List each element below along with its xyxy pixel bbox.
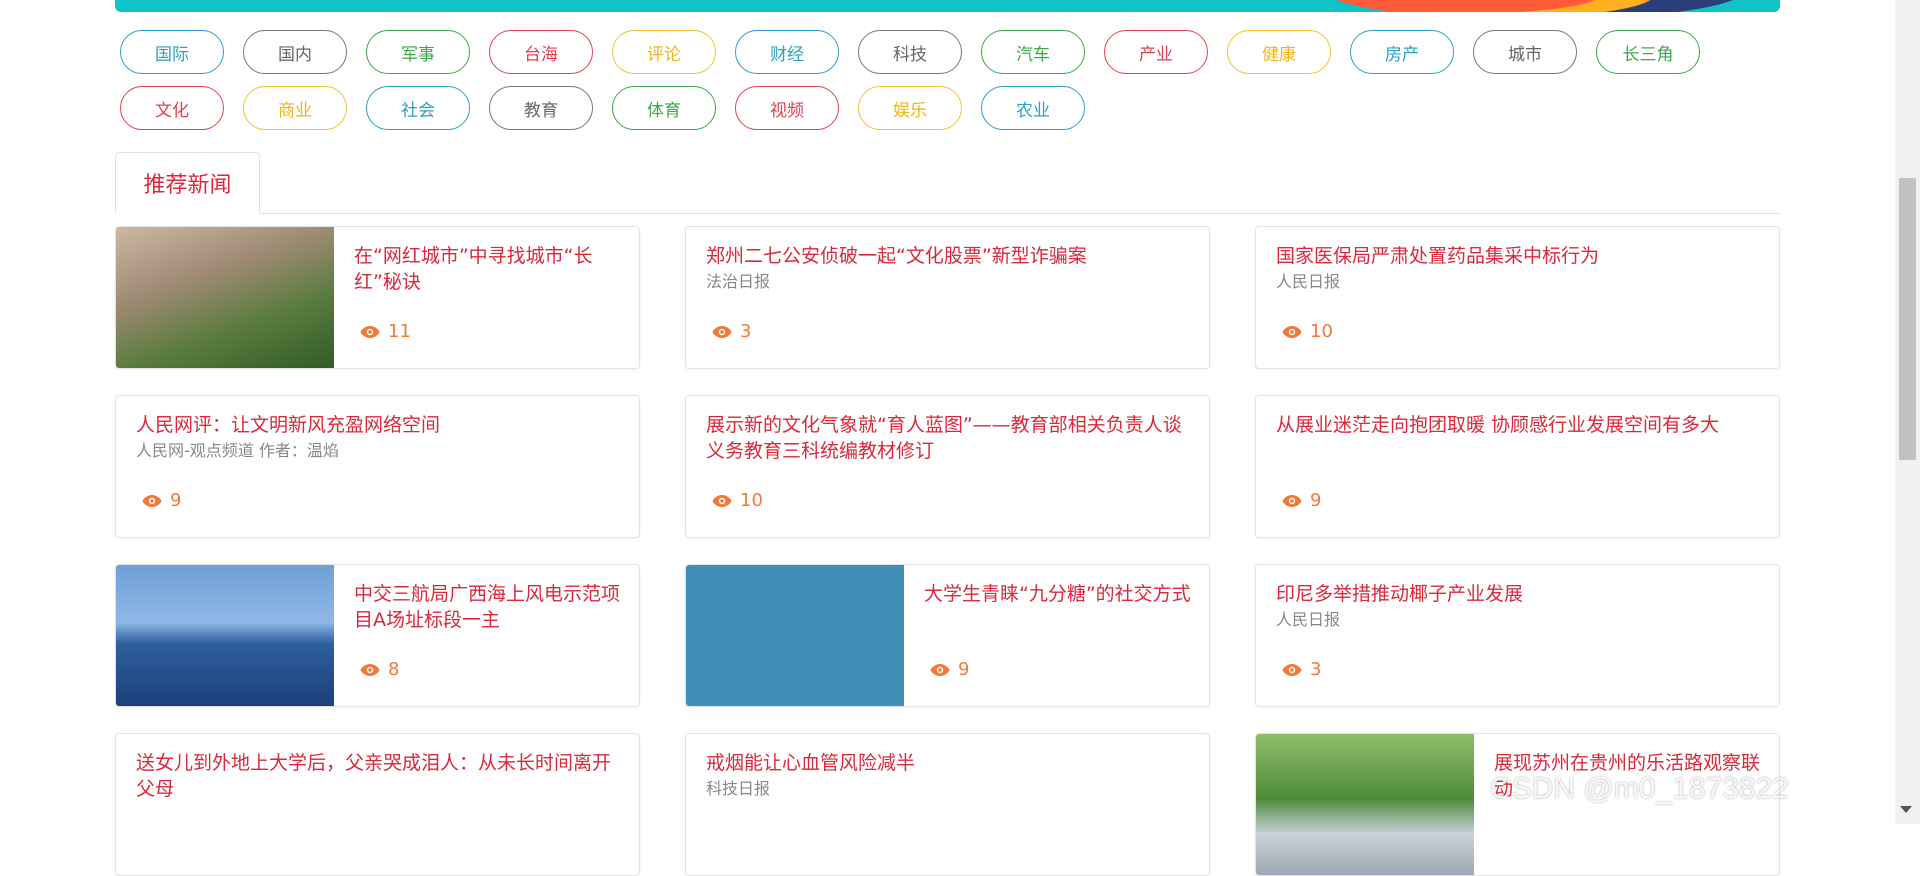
category-tag[interactable]: 文化 [120, 86, 224, 130]
view-count: 10 [1282, 321, 1333, 342]
view-count: 9 [930, 659, 969, 680]
category-tag[interactable]: 汽车 [981, 30, 1085, 74]
banner-illustration [1325, 0, 1745, 12]
category-tag[interactable]: 国际 [120, 30, 224, 74]
tab-recommended-news[interactable]: 推荐新闻 [115, 152, 260, 214]
news-card[interactable]: 在“网红城市”中寻找城市“长红”秘诀 11 [115, 226, 640, 369]
view-count: 10 [712, 490, 763, 511]
news-title[interactable]: 送女儿到外地上大学后，父亲哭成泪人：从未长时间离开父母 [136, 750, 621, 802]
news-thumbnail[interactable] [686, 565, 904, 706]
category-tag[interactable]: 城市 [1473, 30, 1577, 74]
view-count-value: 10 [1310, 321, 1333, 342]
view-count: 11 [360, 321, 411, 342]
view-count-value: 3 [1310, 659, 1322, 680]
news-card[interactable]: 戒烟能让心血管风险减半科技日报 [685, 733, 1210, 876]
eye-icon [1282, 663, 1302, 676]
view-count: 3 [1282, 659, 1321, 680]
news-thumbnail[interactable] [1256, 734, 1474, 875]
view-count: 9 [1282, 490, 1321, 511]
news-thumbnail[interactable] [116, 565, 334, 706]
eye-icon [360, 325, 380, 338]
category-tag[interactable]: 军事 [366, 30, 470, 74]
category-tag[interactable]: 科技 [858, 30, 962, 74]
news-card[interactable]: 大学生青睐“九分糖”的社交方式 9 [685, 564, 1210, 707]
category-tag[interactable]: 教育 [489, 86, 593, 130]
eye-icon [360, 663, 380, 676]
news-title[interactable]: 戒烟能让心血管风险减半 [706, 750, 1191, 776]
category-tag[interactable]: 国内 [243, 30, 347, 74]
scrollbar-thumb[interactable] [1899, 178, 1916, 460]
category-tag[interactable]: 体育 [612, 86, 716, 130]
view-count: 3 [712, 321, 751, 342]
news-card[interactable]: 中交三航局广西海上风电示范项目A场址标段一主 8 [115, 564, 640, 707]
news-title[interactable]: 在“网红城市”中寻找城市“长红”秘诀 [354, 243, 621, 295]
eye-icon [930, 663, 950, 676]
category-tags: 国际 国内 军事 台海 评论 财经 科技 汽车 产业 健康 房产 城市 长三角文化 商业 社会 教育 体育 视频娱… [120, 30, 1720, 130]
news-title[interactable]: 从展业迷茫走向抱团取暖 协顾感行业发展空间有多大 [1276, 412, 1761, 438]
view-count-value: 11 [388, 321, 411, 342]
news-title[interactable]: 人民网评：让文明新风充盈网络空间 [136, 412, 621, 438]
category-tag[interactable]: 娱乐 [858, 86, 962, 130]
eye-icon [712, 325, 732, 338]
view-count-value: 9 [958, 659, 970, 680]
news-title[interactable]: 郑州二七公安侦破一起“文化股票”新型诈骗案 [706, 243, 1191, 269]
view-count-value: 9 [170, 490, 182, 511]
watermark: CSDN @m0_1873822 [1490, 772, 1789, 805]
category-tag[interactable]: 商业 [243, 86, 347, 130]
news-card[interactable]: 送女儿到外地上大学后，父亲哭成泪人：从未长时间离开父母 [115, 733, 640, 876]
eye-icon [142, 494, 162, 507]
news-card[interactable]: 郑州二七公安侦破一起“文化股票”新型诈骗案法治日报 3 [685, 226, 1210, 369]
news-source: 人民日报 [1276, 272, 1341, 291]
eye-icon [1282, 494, 1302, 507]
news-source: 人民网-观点频道 作者：温焰 [136, 441, 339, 460]
view-count-value: 8 [388, 659, 400, 680]
news-card[interactable]: 国家医保局严肃处置药品集采中标行为人民日报 10 [1255, 226, 1780, 369]
category-tag[interactable]: 评论 [612, 30, 716, 74]
news-card[interactable]: 人民网评：让文明新风充盈网络空间人民网-观点频道 作者：温焰 9 [115, 395, 640, 538]
news-title[interactable]: 中交三航局广西海上风电示范项目A场址标段一主 [354, 581, 621, 633]
news-title[interactable]: 国家医保局严肃处置药品集采中标行为 [1276, 243, 1761, 269]
category-tag[interactable]: 财经 [735, 30, 839, 74]
eye-icon [1282, 325, 1302, 338]
category-tag[interactable]: 农业 [981, 86, 1085, 130]
top-banner [115, 0, 1780, 12]
news-card[interactable]: 展示新的文化气象就“育人蓝图”——教育部相关负责人谈义务教育三科统编教材修订 10 [685, 395, 1210, 538]
category-tag[interactable]: 房产 [1350, 30, 1454, 74]
news-thumbnail[interactable] [116, 227, 334, 368]
category-tag[interactable]: 视频 [735, 86, 839, 130]
view-count-value: 9 [1310, 490, 1322, 511]
section-divider [115, 213, 1780, 214]
view-count: 8 [360, 659, 399, 680]
category-tag[interactable]: 产业 [1104, 30, 1208, 74]
news-card[interactable]: 印尼多举措推动椰子产业发展人民日报 3 [1255, 564, 1780, 707]
news-source: 法治日报 [706, 272, 771, 291]
category-tag[interactable]: 健康 [1227, 30, 1331, 74]
scroll-down-arrow-icon[interactable] [1900, 806, 1912, 813]
news-card[interactable]: 从展业迷茫走向抱团取暖 协顾感行业发展空间有多大 9 [1255, 395, 1780, 538]
category-tag[interactable]: 台海 [489, 30, 593, 74]
category-tag[interactable]: 长三角 [1596, 30, 1700, 74]
eye-icon [712, 494, 732, 507]
view-count: 9 [142, 490, 181, 511]
news-title[interactable]: 大学生青睐“九分糖”的社交方式 [924, 581, 1191, 607]
news-source: 科技日报 [706, 779, 771, 798]
news-title[interactable]: 展示新的文化气象就“育人蓝图”——教育部相关负责人谈义务教育三科统编教材修订 [706, 412, 1191, 464]
news-title[interactable]: 印尼多举措推动椰子产业发展 [1276, 581, 1761, 607]
category-tag[interactable]: 社会 [366, 86, 470, 130]
view-count-value: 3 [740, 321, 752, 342]
news-source: 人民日报 [1276, 610, 1341, 629]
view-count-value: 10 [740, 490, 763, 511]
